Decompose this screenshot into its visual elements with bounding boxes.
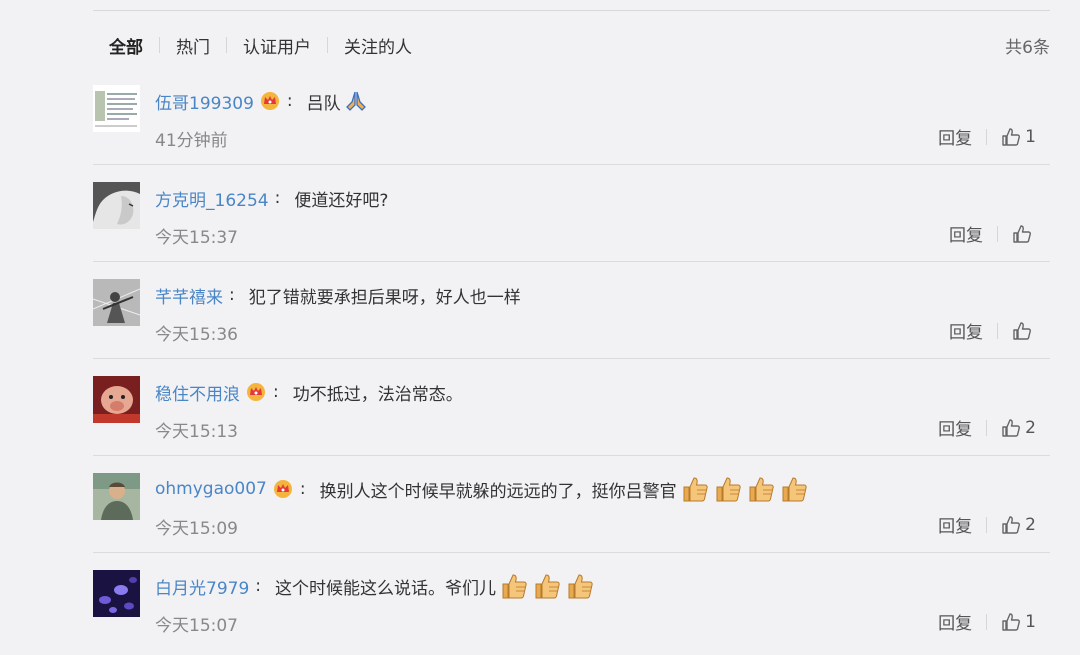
tab-divider	[159, 37, 160, 53]
vip-crown-icon	[272, 479, 294, 499]
comment-item: 伍哥199309 : 吕队 41分钟前 回复 1	[93, 67, 1050, 165]
tab-verified-users[interactable]: 认证用户	[243, 33, 311, 58]
reply-button[interactable]: 回复	[949, 221, 983, 246]
tab-following[interactable]: 关注的人	[344, 33, 412, 58]
colon: :	[286, 91, 293, 111]
username-link[interactable]: 方克明_16254	[155, 186, 269, 211]
filter-tabs: 全部 热门 认证用户 关注的人	[109, 33, 412, 58]
comment-item: 稳住不用浪 : 功不抵过，法治常态。 今天15:13 回复 2	[93, 358, 1050, 456]
colon: :	[255, 576, 261, 596]
like-button[interactable]: 2	[1001, 418, 1036, 438]
colon: :	[229, 285, 235, 305]
like-button[interactable]	[1012, 321, 1036, 341]
username-link[interactable]: 稳住不用浪	[155, 380, 240, 405]
reply-button[interactable]: 回复	[938, 609, 972, 634]
like-button[interactable]: 1	[1001, 127, 1036, 147]
thumbs-up-icon	[1002, 612, 1021, 631]
action-divider	[986, 419, 988, 436]
action-divider	[986, 516, 988, 533]
comment-text: 这个时候能这么说话。爷们儿	[275, 578, 496, 599]
comment-item: 方克明_16254 : 便道还好吧? 今天15:37 回复	[93, 164, 1050, 262]
reply-button[interactable]: 回复	[938, 124, 972, 149]
comment-text: 便道还好吧?	[294, 190, 389, 211]
thumbs-up-icon	[1002, 418, 1021, 437]
thumbs-up-emoji-icon	[779, 475, 809, 503]
comment-time: 今天15:37	[155, 228, 238, 248]
vip-crown-icon	[259, 91, 281, 111]
comment-item: 白月光7979 : 这个时候能这么说话。爷们儿 今天15:07 回复 1	[93, 552, 1050, 649]
avatar[interactable]	[93, 182, 140, 229]
thumbs-up-emoji-icon	[532, 572, 562, 600]
like-button[interactable]: 1	[1001, 612, 1036, 632]
comment-text: 吕队	[306, 93, 341, 114]
like-count: 2	[1025, 514, 1036, 535]
comment-item: ohmygao007 : 换别人这个时候早就躲的远远的了，挺你吕警官 今天15:…	[93, 455, 1050, 553]
like-count: 1	[1025, 611, 1036, 632]
comment-time: 今天15:13	[155, 422, 238, 442]
avatar[interactable]	[93, 85, 140, 132]
tab-divider	[327, 37, 328, 53]
avatar[interactable]	[93, 473, 140, 520]
comment-time: 今天15:09	[155, 519, 238, 539]
colon: :	[274, 188, 281, 208]
comment-time: 今天15:36	[155, 325, 238, 345]
thumbs-up-emoji-icon	[713, 475, 743, 503]
like-button[interactable]: 2	[1001, 515, 1036, 535]
tab-all[interactable]: 全部	[109, 33, 143, 58]
username-link[interactable]: 白月光7979	[155, 574, 249, 599]
comment-text: 换别人这个时候早就躲的远远的了，挺你吕警官	[319, 481, 677, 502]
avatar[interactable]	[93, 570, 140, 617]
thumbs-up-emoji-icon	[499, 572, 529, 600]
reply-button[interactable]: 回复	[938, 415, 972, 440]
vip-crown-icon	[245, 382, 267, 402]
colon: :	[273, 382, 279, 402]
comment-text: 犯了错就要承担后果呀，好人也一样	[248, 287, 521, 308]
top-divider	[93, 10, 1050, 11]
thumbs-up-icon	[1002, 515, 1021, 534]
username-link[interactable]: ohmygao007	[155, 479, 267, 499]
tab-divider	[226, 37, 227, 53]
action-divider	[986, 613, 988, 630]
like-count: 1	[1025, 126, 1036, 147]
comment-text: 功不抵过，法治常态。	[292, 384, 463, 405]
username-link[interactable]: 伍哥199309	[155, 89, 254, 114]
avatar[interactable]	[93, 279, 140, 326]
colon: :	[299, 479, 306, 499]
comment-panel: 全部 热门 认证用户 关注的人 共6条 伍哥199309: 吕队 41分钟前 …	[93, 0, 1050, 655]
comment-item: 芊芊禧来 : 犯了错就要承担后果呀，好人也一样 今天15:36 回复	[93, 261, 1050, 359]
thumbs-up-icon	[1002, 127, 1021, 146]
action-divider	[986, 128, 988, 145]
avatar[interactable]	[93, 376, 140, 423]
thumbs-up-emoji-icon	[565, 572, 595, 600]
username-link[interactable]: 芊芊禧来	[155, 283, 223, 308]
action-divider	[997, 322, 998, 339]
comment-time: 41分钟前	[155, 131, 228, 151]
pray-emoji-icon	[344, 90, 368, 112]
action-divider	[997, 225, 998, 242]
tab-hot[interactable]: 热门	[176, 33, 210, 58]
thumbs-up-icon	[1013, 321, 1031, 340]
comment-total: 共6条	[1005, 38, 1050, 58]
reply-button[interactable]: 回复	[949, 318, 983, 343]
thumbs-up-emoji-icon	[746, 475, 776, 503]
comment-time: 今天15:07	[155, 616, 238, 636]
like-count: 2	[1025, 417, 1036, 438]
like-button[interactable]	[1012, 224, 1036, 244]
thumbs-up-icon	[1013, 224, 1031, 243]
thumbs-up-emoji-icon	[680, 475, 710, 503]
reply-button[interactable]: 回复	[938, 512, 972, 537]
